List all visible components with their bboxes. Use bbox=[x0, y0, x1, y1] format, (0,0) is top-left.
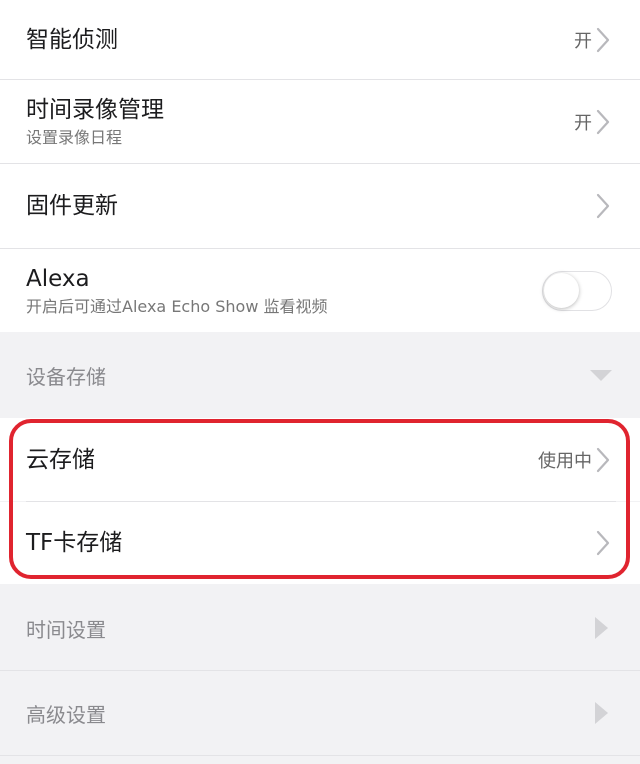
cloud-storage-title: 云存储 bbox=[26, 446, 95, 473]
smart-detect-status: 开 bbox=[574, 30, 592, 52]
chevron-right-icon bbox=[596, 193, 610, 219]
chevron-right-icon bbox=[596, 530, 610, 556]
schedule-recording-subtitle: 设置录像日程 bbox=[26, 127, 123, 147]
device-storage-title: 设备存储 bbox=[26, 364, 106, 389]
smart-detect-row[interactable]: 智能侦测 开 bbox=[0, 0, 640, 79]
device-storage-section-header[interactable]: 设备存储 bbox=[0, 333, 640, 417]
expand-triangle-icon bbox=[595, 617, 608, 639]
alexa-toggle[interactable] bbox=[542, 270, 612, 311]
divider bbox=[0, 755, 640, 756]
collapse-triangle-icon bbox=[590, 369, 612, 381]
advanced-settings-title: 高级设置 bbox=[26, 702, 106, 727]
tf-card-storage-title: TF卡存储 bbox=[26, 530, 123, 556]
advanced-settings-section-header[interactable]: 高级设置 bbox=[0, 671, 640, 755]
firmware-update-row[interactable]: 固件更新 bbox=[0, 164, 640, 248]
schedule-recording-title: 时间录像管理 bbox=[26, 96, 164, 123]
settings-page: 智能侦测 开 时间录像管理 设置录像日程 开 固件更新 Alexa 开启后可通过… bbox=[0, 0, 640, 764]
firmware-update-title: 固件更新 bbox=[26, 193, 118, 219]
schedule-recording-status: 开 bbox=[574, 112, 592, 134]
cloud-storage-row[interactable]: 云存储 使用中 bbox=[0, 418, 640, 501]
cloud-storage-status: 使用中 bbox=[538, 450, 592, 472]
chevron-right-icon bbox=[596, 27, 610, 52]
toggle-knob bbox=[544, 272, 579, 308]
alexa-subtitle: 开启后可通过Alexa Echo Show 监看视频 bbox=[26, 296, 328, 316]
alexa-title: Alexa bbox=[26, 265, 90, 292]
chevron-right-icon bbox=[596, 447, 610, 472]
chevron-right-icon bbox=[596, 109, 610, 134]
expand-triangle-icon bbox=[595, 702, 608, 724]
alexa-row: Alexa 开启后可通过Alexa Echo Show 监看视频 bbox=[0, 249, 640, 332]
schedule-recording-row[interactable]: 时间录像管理 设置录像日程 开 bbox=[0, 80, 640, 163]
tf-card-storage-row[interactable]: TF卡存储 bbox=[0, 502, 640, 584]
time-settings-title: 时间设置 bbox=[26, 617, 106, 642]
time-settings-section-header[interactable]: 时间设置 bbox=[0, 586, 640, 670]
smart-detect-title: 智能侦测 bbox=[26, 26, 118, 53]
